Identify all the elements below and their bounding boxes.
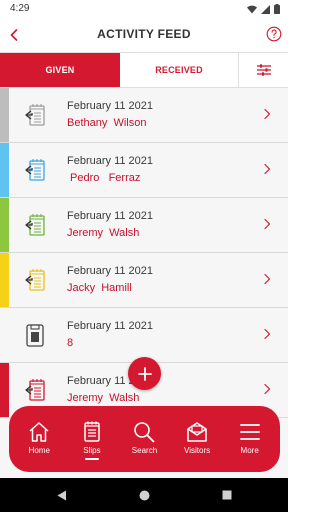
chevron-right-icon <box>262 217 272 231</box>
nav-visitors-label: Visitors <box>184 446 211 455</box>
tab-given[interactable]: GIVEN <box>0 53 120 87</box>
chevron-right-icon <box>262 327 272 341</box>
nav-slips-label: Slips <box>83 446 101 455</box>
status-stripe <box>0 198 9 252</box>
feed-item-name: 8 <box>67 337 74 349</box>
feed-item[interactable]: February 11 2021 Bethany Wilson <box>0 88 288 143</box>
system-recents-icon[interactable] <box>222 490 232 500</box>
document-icon <box>22 322 48 348</box>
feed-item-date: February 11 2021 <box>67 320 154 332</box>
feed-item-name: Jacky Hamill <box>67 282 132 294</box>
chevron-right-icon <box>262 107 272 121</box>
plus-icon <box>137 366 152 381</box>
status-stripe <box>0 88 9 142</box>
nav-search[interactable]: Search <box>118 406 170 472</box>
slips-icon <box>84 421 100 442</box>
nav-more[interactable]: More <box>224 406 276 472</box>
feed-item-name: Jeremy Walsh <box>67 227 140 239</box>
tab-bar: GIVEN RECEIVED <box>0 52 288 88</box>
tab-received[interactable]: RECEIVED <box>120 53 239 87</box>
add-slip-button[interactable] <box>128 357 161 390</box>
chevron-right-icon <box>262 272 272 286</box>
nav-slips[interactable]: Slips <box>66 406 118 472</box>
wifi-icon <box>247 5 257 13</box>
filter-icon <box>256 64 271 76</box>
slip-icon <box>22 157 48 183</box>
feed-item-date: February 11 2021 <box>67 210 154 222</box>
status-stripe <box>0 363 9 417</box>
nav-home[interactable]: Home <box>13 406 65 472</box>
feed-item[interactable]: February 11 2021 Jacky Hamill <box>0 253 288 308</box>
slip-icon <box>22 212 48 238</box>
system-home-icon[interactable] <box>139 490 150 501</box>
signal-icon <box>261 4 270 14</box>
page-title: ACTIVITY FEED <box>97 27 191 41</box>
system-nav-bar <box>0 478 288 512</box>
nav-home-label: Home <box>28 446 50 455</box>
feed-item-date: February 11 2021 <box>67 155 154 167</box>
header: ACTIVITY FEED <box>0 18 288 52</box>
slip-icon <box>22 377 48 403</box>
status-time: 4:29 <box>10 3 30 14</box>
status-stripe <box>0 143 9 197</box>
feed-item[interactable]: February 11 2021 Jeremy Walsh <box>0 198 288 253</box>
slip-icon <box>22 267 48 293</box>
menu-icon <box>239 424 260 440</box>
slip-icon <box>22 102 48 128</box>
bottom-nav: Home Slips Search Visitors More <box>9 406 280 472</box>
feed-item-date: February 11 2021 <box>67 265 154 277</box>
feed-item-name: Bethany Wilson <box>67 117 147 129</box>
search-icon <box>134 422 155 443</box>
visitors-icon <box>187 422 207 442</box>
filter-button[interactable] <box>239 53 288 87</box>
chevron-right-icon <box>262 162 272 176</box>
chevron-right-icon <box>262 382 272 396</box>
help-icon[interactable] <box>266 26 282 42</box>
feed-item[interactable]: February 11 2021 Pedro Ferraz <box>0 143 288 198</box>
nav-visitors[interactable]: Visitors <box>171 406 223 472</box>
status-stripe <box>0 253 9 307</box>
battery-icon <box>274 4 280 14</box>
feed-item[interactable]: February 11 2021 8 <box>0 308 288 363</box>
screen: 4:29 ACTIVITY FEED GIVEN RECEIVED Februa… <box>0 0 288 512</box>
status-bar: 4:29 <box>0 0 288 18</box>
status-icons <box>247 4 280 14</box>
system-back-icon[interactable] <box>57 490 67 501</box>
feed-item-name: Pedro Ferraz <box>67 172 141 184</box>
nav-search-label: Search <box>131 446 158 455</box>
nav-active-indicator <box>84 458 99 460</box>
feed-item-name: Jeremy Walsh <box>67 392 140 404</box>
home-icon <box>29 422 49 442</box>
nav-more-label: More <box>240 446 259 455</box>
feed-item-date: February 11 2021 <box>67 100 154 112</box>
